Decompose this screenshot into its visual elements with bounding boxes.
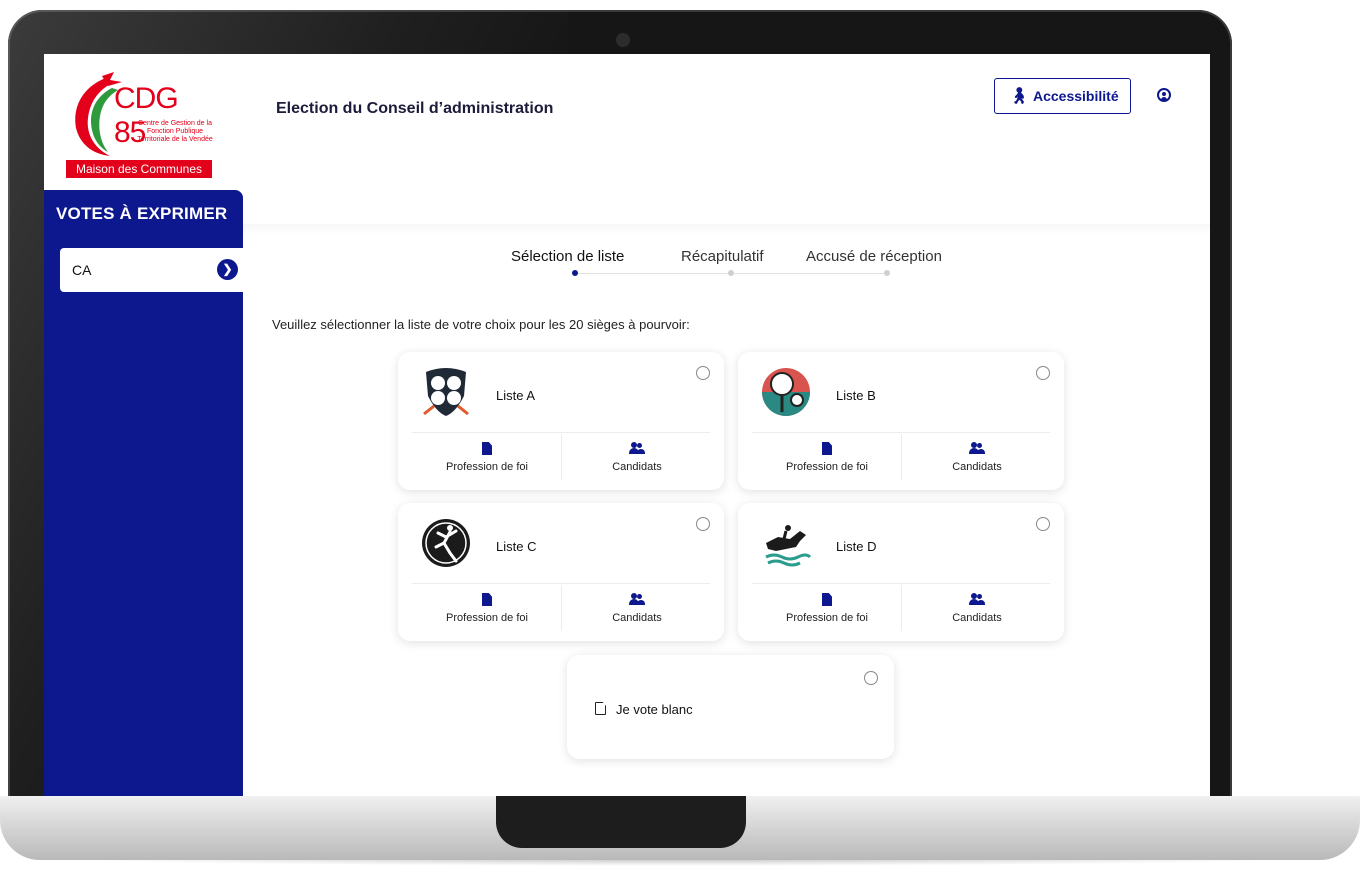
profession-de-foi-link[interactable]: Profession de foi xyxy=(412,442,562,473)
blank-vote-card[interactable]: Je vote blanc xyxy=(567,655,894,759)
profession-de-foi-link[interactable]: Profession de foi xyxy=(752,593,902,624)
logo-subtitle: Centre de Gestion de la Fonction Publiqu… xyxy=(137,120,213,143)
list-radio[interactable] xyxy=(1036,366,1050,380)
profession-label: Profession de foi xyxy=(446,461,528,473)
camera-icon xyxy=(616,33,630,47)
instruction-text: Veuillez sélectionner la liste de votre … xyxy=(272,317,690,332)
blank-vote-radio[interactable] xyxy=(864,671,878,685)
sidebar-title: VOTES À EXPRIMER xyxy=(56,204,228,223)
candidats-label: Candidats xyxy=(612,461,662,473)
accessibility-icon: 🚶︎ xyxy=(1009,88,1030,105)
candidats-link[interactable]: Candidats xyxy=(902,593,1052,624)
header-separator xyxy=(243,224,1210,236)
step-dot-active xyxy=(572,270,578,276)
step-accuse-reception: Accusé de réception xyxy=(806,248,942,265)
candidats-link[interactable]: Candidats xyxy=(562,442,712,473)
step-selection: Sélection de liste xyxy=(511,248,625,265)
card-divider xyxy=(752,583,1050,584)
list-card-b[interactable]: Liste B Profession de foi Candidats xyxy=(738,352,1064,490)
users-icon xyxy=(969,593,985,605)
step-dot xyxy=(728,270,734,276)
users-icon xyxy=(969,442,985,454)
document-outline-icon xyxy=(595,702,606,715)
candidats-link[interactable]: Candidats xyxy=(562,593,712,624)
list-radio[interactable] xyxy=(696,366,710,380)
laptop-hinge-notch xyxy=(496,796,746,848)
users-icon xyxy=(629,593,645,605)
basketball-player-icon xyxy=(422,519,470,567)
card-divider xyxy=(412,583,710,584)
users-icon xyxy=(629,442,645,454)
profession-label: Profession de foi xyxy=(786,461,868,473)
card-divider xyxy=(752,432,1050,433)
document-icon xyxy=(822,593,832,606)
profession-de-foi-link[interactable]: Profession de foi xyxy=(412,593,562,624)
horse-rider-icon xyxy=(765,525,812,567)
candidats-label: Candidats xyxy=(952,461,1002,473)
candidats-label: Candidats xyxy=(612,612,662,624)
accessibility-label: Accessibilité xyxy=(1033,88,1119,104)
list-name: Liste A xyxy=(496,388,536,403)
page-title: Election du Conseil d’administration xyxy=(276,100,554,117)
list-card-d[interactable]: Liste D Profession de foi Candidats xyxy=(738,503,1064,641)
list-radio[interactable] xyxy=(696,517,710,531)
app-screen: CDG 85 Centre de Gestion de la Fonction … xyxy=(44,54,1210,796)
list-card-c[interactable]: Liste C Profession de foi Candidats xyxy=(398,503,724,641)
document-icon xyxy=(482,593,492,606)
logo-band: Maison des Communes xyxy=(66,160,212,178)
profession-de-foi-link[interactable]: Profession de foi xyxy=(752,442,902,473)
user-account-icon[interactable] xyxy=(1157,88,1171,102)
blank-vote-label: Je vote blanc xyxy=(616,702,693,717)
sidebar-item-label: CA xyxy=(72,262,92,278)
list-name: Liste C xyxy=(496,539,537,554)
profession-label: Profession de foi xyxy=(786,612,868,624)
step-recapitulatif: Récapitulatif xyxy=(681,248,764,265)
shield-sports-icon xyxy=(423,368,469,416)
list-radio[interactable] xyxy=(1036,517,1050,531)
list-card-a[interactable]: Liste A Profession de foi Candidats xyxy=(398,352,724,490)
document-icon xyxy=(822,442,832,455)
tennis-icon xyxy=(762,368,810,416)
sidebar: VOTES À EXPRIMER CA ❯ xyxy=(44,190,244,796)
list-name: Liste B xyxy=(836,388,876,403)
profession-label: Profession de foi xyxy=(446,612,528,624)
candidats-link[interactable]: Candidats xyxy=(902,442,1052,473)
sidebar-item-ca[interactable]: CA ❯ xyxy=(60,248,244,292)
document-icon xyxy=(482,442,492,455)
chevron-right-icon: ❯ xyxy=(217,259,238,280)
card-divider xyxy=(412,432,710,433)
candidats-label: Candidats xyxy=(952,612,1002,624)
accessibility-button[interactable]: 🚶︎ Accessibilité xyxy=(994,78,1131,114)
cdg85-logo: CDG 85 Centre de Gestion de la Fonction … xyxy=(66,72,216,180)
list-name: Liste D xyxy=(836,539,877,554)
step-dot xyxy=(884,270,890,276)
